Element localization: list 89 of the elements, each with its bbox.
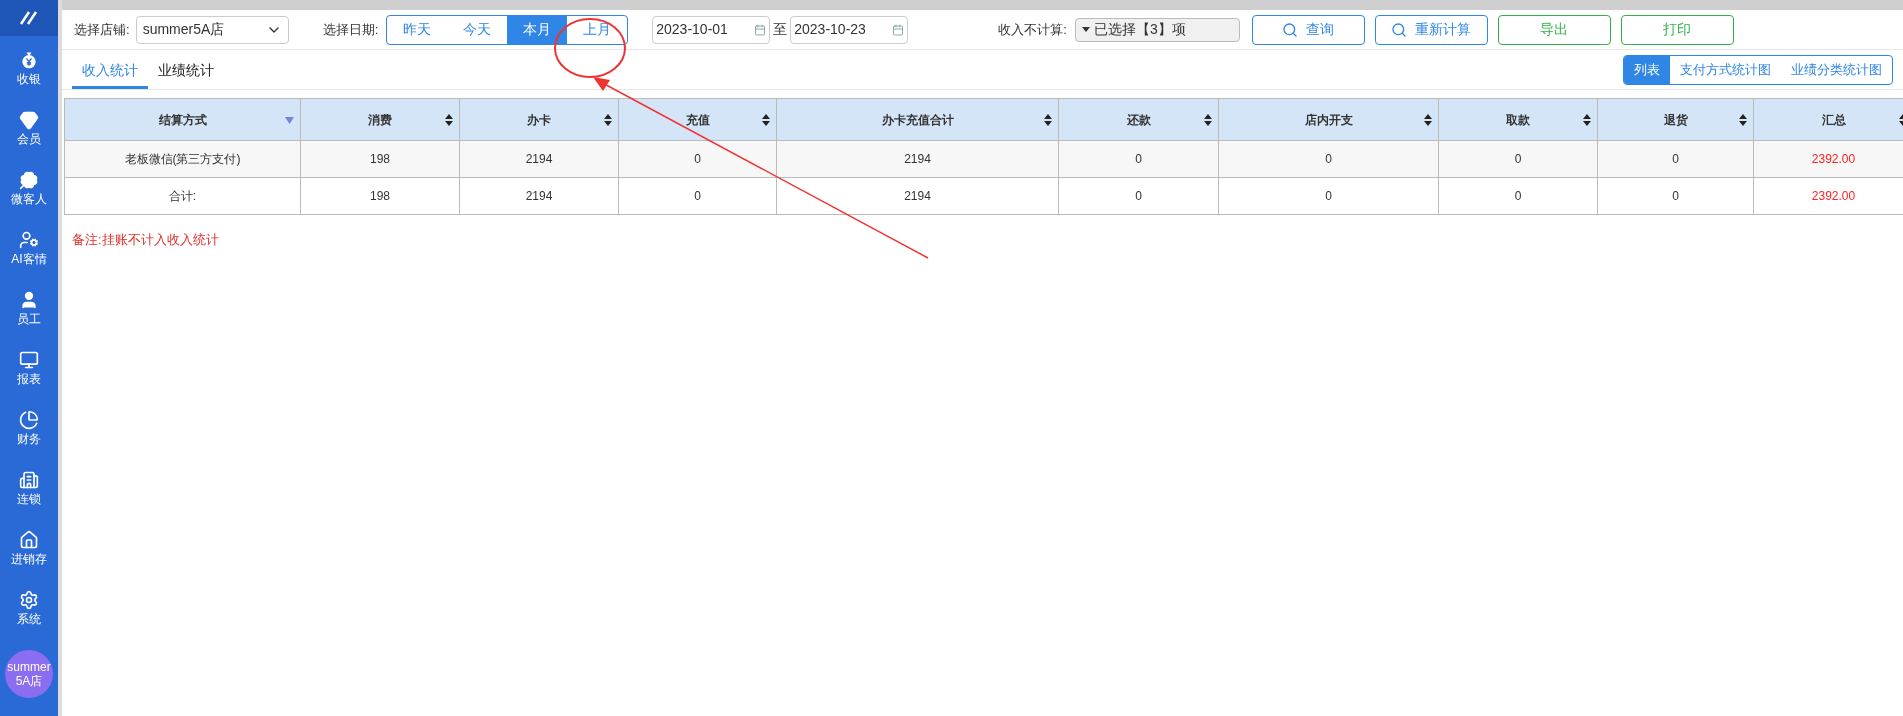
table-cell: 0 <box>1058 140 1219 178</box>
sort-icon <box>1204 114 1212 126</box>
sidebar-item[interactable]: 报表 <box>1 350 57 386</box>
column-header[interactable]: 办卡充值合计 <box>776 98 1059 141</box>
date-range-option[interactable]: 上月 <box>567 15 628 44</box>
start-date-value: 2023-10-01 <box>656 20 728 39</box>
sort-icon <box>1583 114 1591 126</box>
date-range-option[interactable]: 昨天 <box>387 15 448 44</box>
date-range-option[interactable]: 今天 <box>447 15 508 44</box>
calendar-icon <box>754 23 767 36</box>
start-date-field[interactable]: 2023-10-01 <box>652 15 771 44</box>
building-icon <box>19 470 39 490</box>
table-cell: 198 <box>300 177 460 215</box>
table-cell: 0 <box>1438 177 1598 215</box>
view-toggle[interactable]: 支付方式统计图 <box>1670 55 1781 84</box>
user-icon <box>19 290 39 310</box>
sort-icon <box>445 114 453 126</box>
toolbar-button[interactable]: 导出 <box>1497 14 1611 45</box>
exclude-select[interactable]: 已选择【3】项 <box>1074 17 1240 42</box>
table-cell: 0 <box>1597 177 1754 215</box>
date-separator: 至 <box>773 20 788 39</box>
table-cell: 0 <box>618 140 777 178</box>
sidebar-item[interactable]: 系统 <box>1 590 57 626</box>
store-label: 选择店铺: <box>74 20 130 39</box>
view-toggle[interactable]: 列表 <box>1624 55 1670 84</box>
sidebar-item[interactable]: AI客情 <box>1 230 57 266</box>
filter-icon <box>285 117 294 124</box>
table-cell: 0 <box>1058 177 1219 215</box>
table-cell: 0 <box>1438 140 1598 178</box>
sidebar-item[interactable]: 员工 <box>1 290 57 326</box>
table-cell: 0 <box>1218 140 1439 178</box>
store-select[interactable]: summer5A店 <box>135 15 289 44</box>
sidebar-item[interactable]: 收银 <box>1 50 57 86</box>
sidebar-item[interactable]: 财务 <box>1 410 57 446</box>
sort-icon <box>604 114 612 126</box>
column-header[interactable]: 店内开支 <box>1218 98 1439 141</box>
end-date-value: 2023-10-23 <box>794 20 866 39</box>
date-range-option[interactable]: 本月 <box>507 15 568 44</box>
note-text: 备注:挂账不计入收入统计 <box>72 232 219 247</box>
table-cell: 0 <box>1218 177 1439 215</box>
sort-icon <box>762 114 770 126</box>
table-cell: 老板微信(第三方支付) <box>64 140 301 178</box>
sort-icon <box>1739 114 1747 126</box>
toolbar-button[interactable]: 重新计算 <box>1374 14 1488 45</box>
table-cell: 2194 <box>459 140 619 178</box>
table-cell: 0 <box>618 177 777 215</box>
sidebar-item[interactable]: 进销存 <box>1 530 57 566</box>
table-cell: 0 <box>1597 140 1754 178</box>
diamond-icon <box>19 110 39 130</box>
end-date-field[interactable]: 2023-10-23 <box>790 15 909 44</box>
pie-chart-icon <box>19 410 39 430</box>
table-cell: 2194 <box>459 177 619 215</box>
tab[interactable]: 收入统计 <box>72 55 148 89</box>
exclude-value: 已选择【3】项 <box>1093 20 1186 39</box>
calendar-icon <box>892 23 905 36</box>
column-header[interactable]: 取款 <box>1438 98 1598 141</box>
column-header[interactable]: 结算方式 <box>64 98 301 141</box>
sort-icon <box>1424 114 1432 126</box>
column-header[interactable]: 充值 <box>618 98 777 141</box>
column-header[interactable]: 退货 <box>1597 98 1754 141</box>
annotation-circle <box>554 18 626 78</box>
table-cell: 合计: <box>64 177 301 215</box>
search-icon <box>1282 21 1299 38</box>
column-header[interactable]: 办卡 <box>459 98 619 141</box>
money-bag-icon <box>19 50 39 70</box>
toolbar-button[interactable]: 查询 <box>1251 14 1365 45</box>
sidebar-item[interactable]: 微客人 <box>1 170 57 206</box>
house-icon <box>19 530 39 550</box>
column-header[interactable]: 汇总 <box>1753 98 1903 141</box>
sidebar-item[interactable]: 连锁 <box>1 470 57 506</box>
store-avatar[interactable]: summer5A店 <box>5 650 53 698</box>
view-toggle[interactable]: 业绩分类统计图 <box>1781 55 1892 84</box>
tab[interactable]: 业绩统计 <box>148 55 224 89</box>
sort-icon <box>1044 114 1052 126</box>
monitor-icon <box>19 350 39 370</box>
logo-icon <box>19 11 39 25</box>
sidebar-item[interactable]: 会员 <box>1 110 57 146</box>
settings-icon <box>19 590 39 610</box>
table-cell: 2194 <box>776 177 1059 215</box>
exclude-label: 收入不计算: <box>998 20 1067 39</box>
table-cell: 198 <box>300 140 460 178</box>
user-gear-icon <box>19 230 39 250</box>
column-header[interactable]: 还款 <box>1058 98 1219 141</box>
store-value: summer5A店 <box>142 20 225 39</box>
search-icon <box>1391 21 1408 38</box>
caret-icon <box>1081 27 1090 32</box>
column-header[interactable]: 消费 <box>300 98 460 141</box>
date-label: 选择日期: <box>322 20 379 39</box>
toolbar-button[interactable]: 打印 <box>1620 14 1734 45</box>
